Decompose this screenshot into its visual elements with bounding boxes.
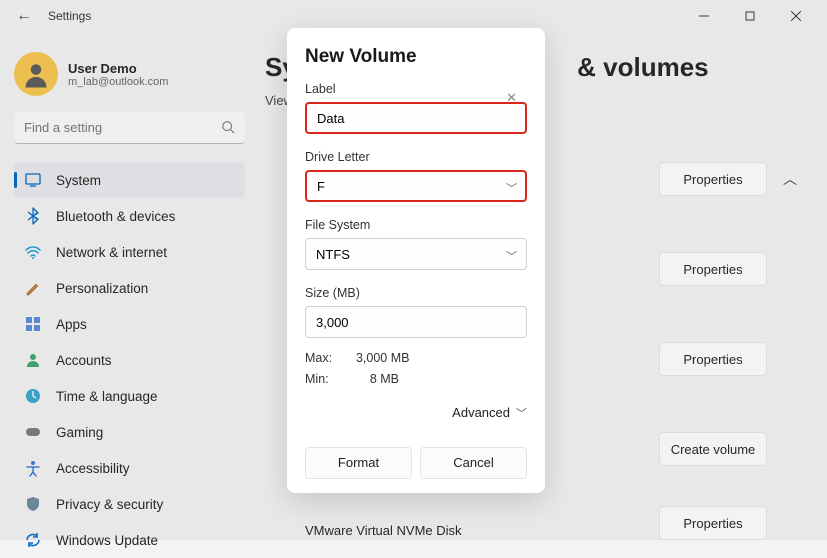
new-volume-dialog: New Volume Label ✕ Drive Letter ﹀ File S… [287,28,545,493]
file-system-select[interactable] [305,238,527,270]
chevron-down-icon: ﹀ [506,180,517,196]
chevron-down-icon: ﹀ [516,408,527,420]
advanced-toggle[interactable]: Advanced﹀ [305,405,527,421]
file-system-label: File System [305,218,527,232]
modal-title: New Volume [305,46,527,68]
label-label: Label [305,82,527,96]
cancel-button[interactable]: Cancel [420,447,527,479]
size-label: Size (MB) [305,286,527,300]
size-stats: Max: 3,000 MB Min: 8 MB [305,348,527,391]
clear-icon[interactable]: ✕ [506,90,517,106]
size-input[interactable] [305,306,527,338]
label-input[interactable] [305,102,527,134]
drive-letter-label: Drive Letter [305,150,527,164]
chevron-down-icon: ﹀ [506,248,517,264]
format-button[interactable]: Format [305,447,412,479]
drive-letter-select[interactable] [305,170,527,202]
